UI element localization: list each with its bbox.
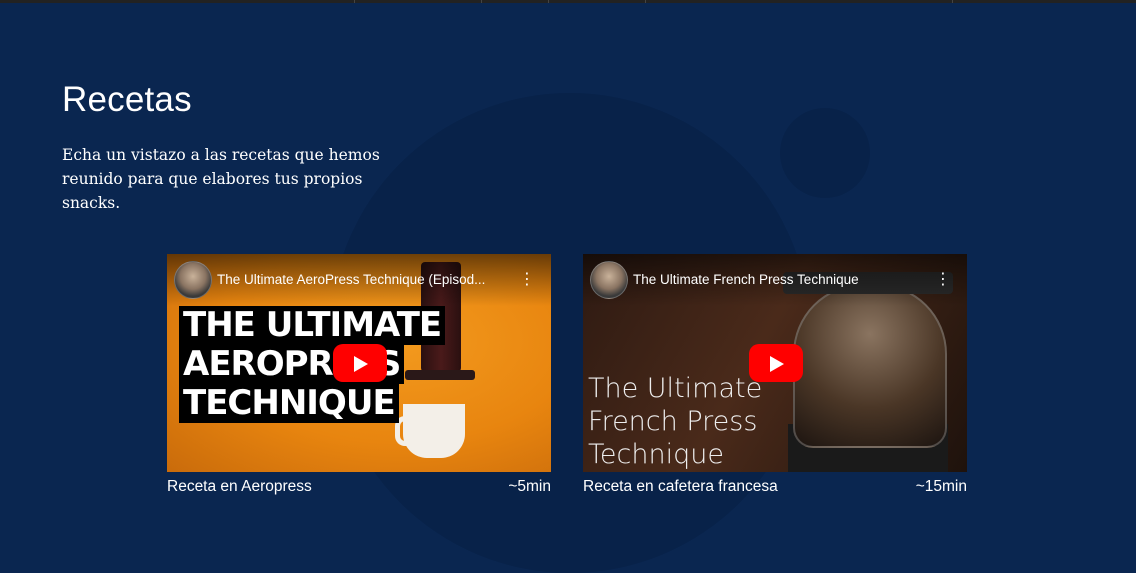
thumbnail-line: Technique <box>588 439 724 470</box>
more-vertical-icon[interactable]: ⋮ <box>935 270 951 290</box>
video-embed-aeropress[interactable]: THE ULTIMATE AEROPRESS TECHNIQUE The Ult… <box>167 254 551 472</box>
video-caption: Receta en Aeropress <box>167 478 312 495</box>
video-card-french-press: The Ultimate French Press Technique The … <box>583 254 967 496</box>
video-title[interactable]: The Ultimate AeroPress Technique (Episod… <box>217 272 507 287</box>
video-meta: Receta en Aeropress ~5min <box>167 478 551 496</box>
decorative-circle-small <box>780 108 870 198</box>
channel-avatar[interactable] <box>174 261 212 299</box>
thumbnail-text: The Ultimate French Press Technique <box>588 372 762 471</box>
french-press-image <box>793 284 947 448</box>
thumbnail-line: TECHNIQUE <box>179 384 399 423</box>
more-vertical-icon[interactable]: ⋮ <box>519 270 535 290</box>
video-caption: Receta en cafetera francesa <box>583 478 778 495</box>
video-meta: Receta en cafetera francesa ~15min <box>583 478 967 496</box>
section-subtitle: Echa un vistazo a las recetas que hemos … <box>62 146 380 212</box>
youtube-play-icon[interactable] <box>333 344 387 382</box>
video-duration: ~5min <box>508 478 551 495</box>
video-embed-french-press[interactable]: The Ultimate French Press Technique The … <box>583 254 967 472</box>
youtube-play-icon[interactable] <box>749 344 803 382</box>
thumbnail-line: French Press <box>588 406 758 437</box>
video-title[interactable]: The Ultimate French Press Technique <box>633 272 923 287</box>
top-nav-strip <box>0 0 1136 3</box>
video-card-aeropress: THE ULTIMATE AEROPRESS TECHNIQUE The Ult… <box>167 254 551 496</box>
thumbnail-text: THE ULTIMATE AEROPRESS TECHNIQUE <box>179 306 446 423</box>
section-title: Recetas <box>62 80 192 119</box>
video-duration: ~15min <box>915 478 967 495</box>
channel-avatar[interactable] <box>590 261 628 299</box>
thumbnail-line: The Ultimate <box>588 373 763 404</box>
thumbnail-line: THE ULTIMATE <box>179 306 446 345</box>
